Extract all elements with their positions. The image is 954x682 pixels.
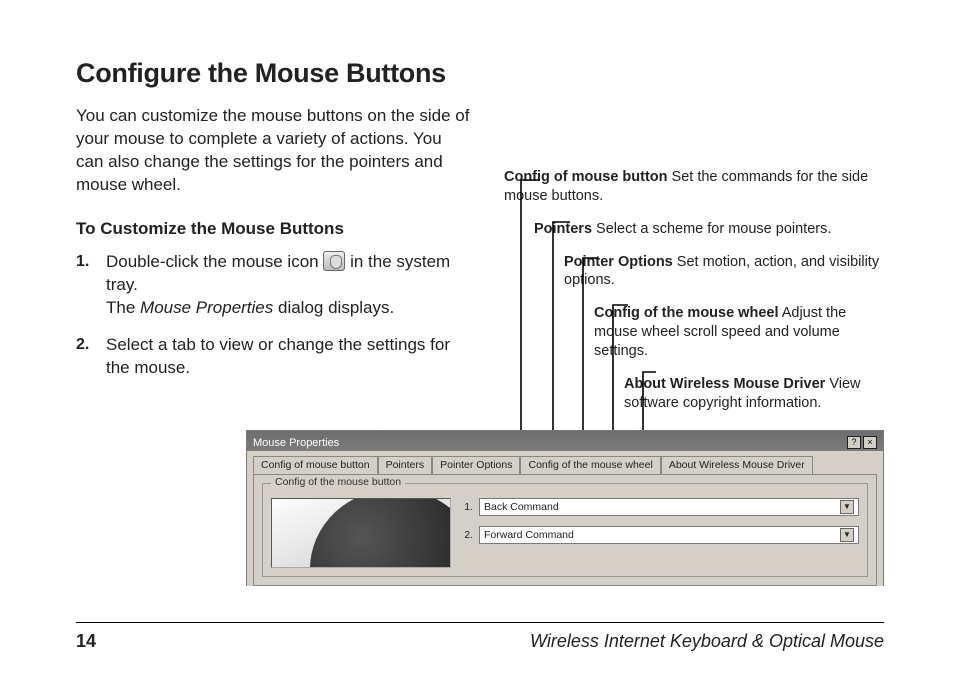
button-2-select[interactable]: Forward Command ▼ xyxy=(479,526,859,544)
page-number: 14 xyxy=(76,631,96,652)
tab-config-mouse-wheel[interactable]: Config of the mouse wheel xyxy=(520,456,660,474)
config-fieldset: Config of the mouse button 1. Back Comma… xyxy=(262,483,868,577)
tab-pointer-options[interactable]: Pointer Options xyxy=(432,456,520,474)
intro-text: You can customize the mouse buttons on t… xyxy=(76,105,472,197)
steps-list: 1. Double-click the mouse icon in the sy… xyxy=(76,251,472,380)
callouts-column: Config of mouse button Set the commands … xyxy=(504,58,884,426)
step-number: 2. xyxy=(76,334,106,356)
mouse-properties-dialog: Mouse Properties ? × Config of mouse but… xyxy=(246,430,884,586)
page-footer: 14 Wireless Internet Keyboard & Optical … xyxy=(76,622,884,652)
step-body: Double-click the mouse icon in the syste… xyxy=(106,251,472,320)
callout-about-driver: About Wireless Mouse Driver View softwar… xyxy=(624,375,884,413)
callout-pointer-options: Pointer Options Set motion, action, and … xyxy=(564,253,884,291)
dialog-title: Mouse Properties xyxy=(253,437,339,449)
dialog-panel: Config of the mouse button 1. Back Comma… xyxy=(253,474,877,586)
manual-page: Configure the Mouse Buttons You can cust… xyxy=(0,0,954,682)
callout-mouse-wheel: Config of the mouse wheel Adjust the mou… xyxy=(594,304,884,361)
close-button[interactable]: × xyxy=(863,436,877,449)
page-title: Configure the Mouse Buttons xyxy=(76,58,472,89)
dialog-tabs: Config of mouse button Pointers Pointer … xyxy=(247,451,883,474)
button-2-row: 2. Forward Command ▼ xyxy=(461,526,859,544)
book-title: Wireless Internet Keyboard & Optical Mou… xyxy=(530,631,884,652)
step-1: 1. Double-click the mouse icon in the sy… xyxy=(76,251,472,320)
tab-config-mouse-button[interactable]: Config of mouse button xyxy=(253,456,378,474)
callout-pointers: Pointers Select a scheme for mouse point… xyxy=(534,220,884,239)
button-1-row: 1. Back Command ▼ xyxy=(461,498,859,516)
callout-config-mouse-button: Config of mouse button Set the commands … xyxy=(504,168,884,206)
mouse-tray-icon xyxy=(323,251,345,271)
step-body: Select a tab to view or change the setti… xyxy=(106,334,472,380)
left-column: Configure the Mouse Buttons You can cust… xyxy=(76,58,472,393)
fieldset-label: Config of the mouse button xyxy=(271,476,405,488)
chevron-down-icon: ▼ xyxy=(840,528,854,542)
mouse-illustration xyxy=(271,498,451,568)
step-number: 1. xyxy=(76,251,106,273)
step-2: 2. Select a tab to view or change the se… xyxy=(76,334,472,380)
subheading: To Customize the Mouse Buttons xyxy=(76,219,472,239)
dialog-titlebar: Mouse Properties ? × xyxy=(247,431,883,451)
chevron-down-icon: ▼ xyxy=(840,500,854,514)
tab-pointers[interactable]: Pointers xyxy=(378,456,433,474)
button-1-select[interactable]: Back Command ▼ xyxy=(479,498,859,516)
tab-about-driver[interactable]: About Wireless Mouse Driver xyxy=(661,456,813,474)
help-button[interactable]: ? xyxy=(847,436,861,449)
